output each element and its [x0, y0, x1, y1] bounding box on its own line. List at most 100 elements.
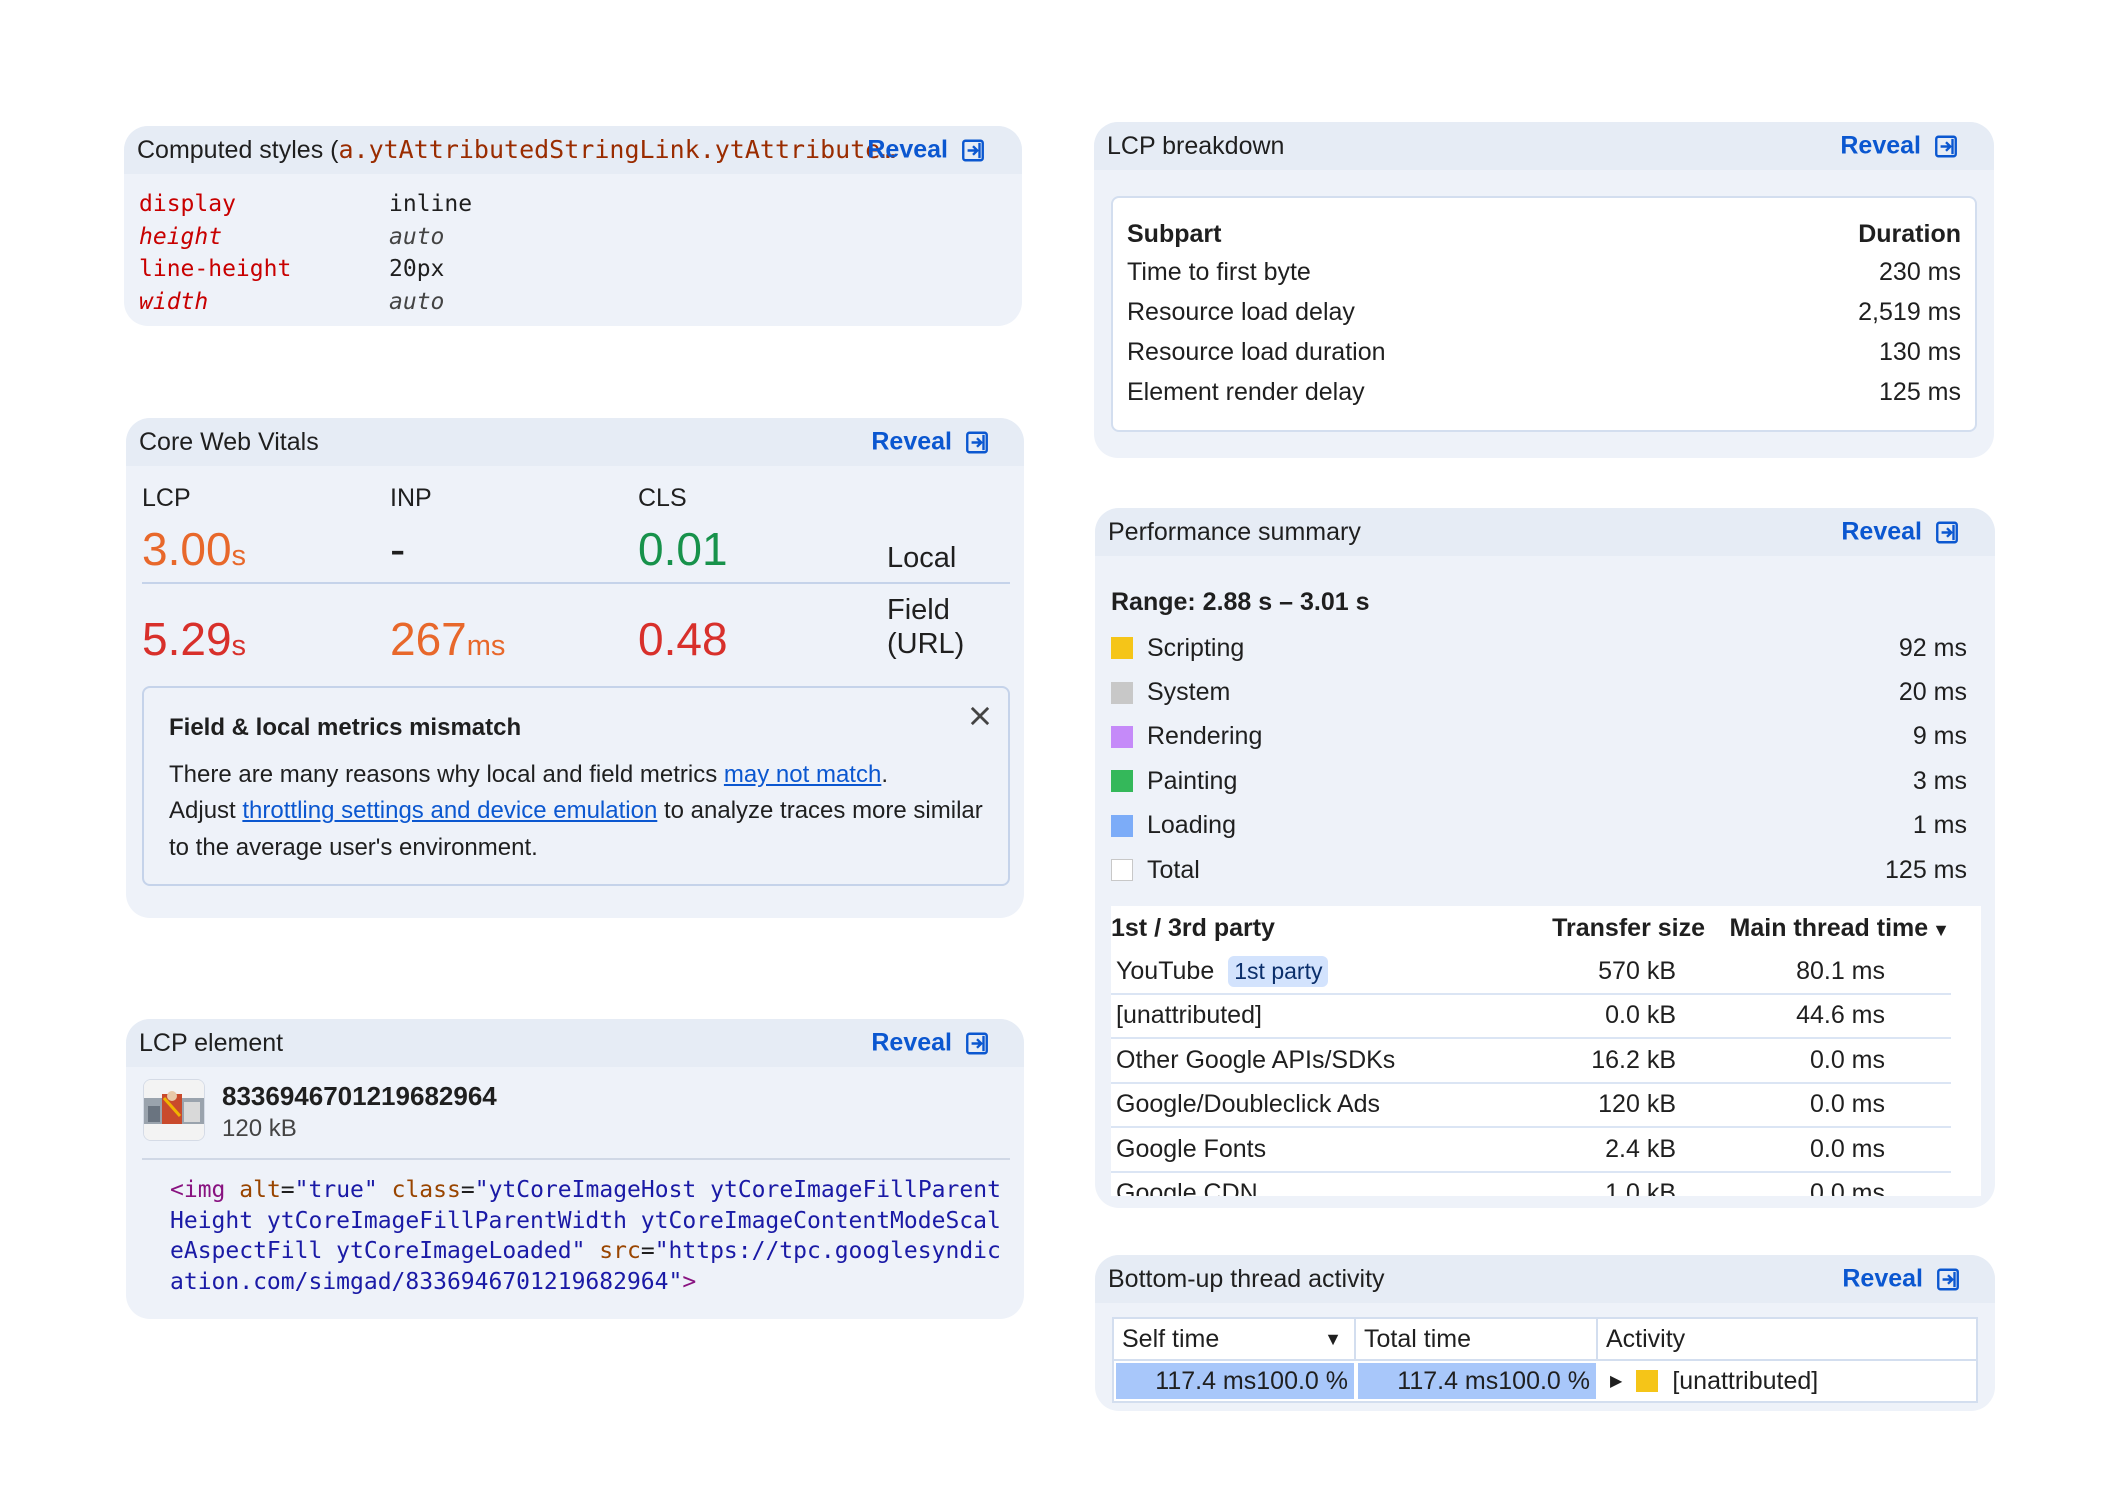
table-row[interactable]: Google Fonts 2.4 kB 0.0 ms: [1111, 1128, 1951, 1173]
mismatch-text: There are many reasons why local and fie…: [169, 760, 983, 861]
subpart-label: Resource load duration: [1127, 338, 1386, 366]
cwv-divider: [142, 582, 1010, 584]
third-party-table[interactable]: 1st / 3rd party Transfer size Main threa…: [1111, 906, 1981, 1196]
category-row: Total 125 ms: [1111, 848, 1967, 892]
style-property: display: [139, 191, 236, 217]
category-row: Painting 3 ms: [1111, 759, 1967, 803]
first-party-badge: 1st party: [1228, 955, 1329, 987]
transfer-size-cell: 1.0 kB: [1605, 1179, 1676, 1196]
reveal-icon: [1937, 1268, 1959, 1290]
transfer-size-cell: 570 kB: [1598, 956, 1676, 985]
style-property: width: [139, 288, 209, 315]
category-color-swatch: [1111, 859, 1133, 882]
lcp-element-header: LCP element Reveal: [126, 1019, 1024, 1067]
entity-name: [unattributed]: [1116, 1001, 1262, 1030]
table-header: Self time ▼ Total time Activity: [1114, 1319, 1976, 1361]
transfer-size-cell: 120 kB: [1598, 1090, 1676, 1119]
cls-header: CLS: [638, 484, 687, 512]
category-color-swatch: [1111, 814, 1133, 837]
style-value: 20px: [389, 256, 445, 282]
reveal-icon: [966, 431, 988, 453]
subpart-label: Time to first byte: [1127, 258, 1311, 286]
entity-name-cell: Google Fonts: [1111, 1135, 1536, 1164]
subpart-duration: 130 ms: [1879, 338, 1961, 366]
transfer-size-cell: 16.2 kB: [1591, 1045, 1676, 1074]
column-header-self-time[interactable]: Self time ▼: [1114, 1319, 1356, 1359]
bottom-up-title: Bottom-up thread activity: [1108, 1264, 1385, 1293]
reveal-button[interactable]: Reveal: [867, 136, 986, 165]
column-header-party[interactable]: 1st / 3rd party: [1111, 914, 1531, 943]
column-header-transfer-size[interactable]: Transfer size: [1531, 914, 1705, 943]
entity-name-cell: [unattributed]: [1111, 1001, 1536, 1030]
throttling-settings-link[interactable]: throttling settings and device emulation: [242, 797, 657, 824]
field-cls-value: 0.48: [638, 613, 728, 665]
category-value: 20 ms: [1898, 678, 1967, 707]
table-row[interactable]: Google/Doubleclick Ads 120 kB 0.0 ms: [1111, 1084, 1951, 1128]
reveal-icon: [1935, 135, 1957, 157]
category-label: Total: [1147, 855, 1200, 884]
category-color-swatch: [1111, 725, 1133, 748]
lcp-element-name: 8336946701219682964: [222, 1081, 497, 1111]
performance-summary-header: Performance summary Reveal: [1095, 508, 1995, 556]
category-label: Rendering: [1147, 722, 1263, 751]
core-web-vitals-header: Core Web Vitals Reveal: [126, 418, 1024, 466]
lcp-element-code[interactable]: <img alt="true" class="ytCoreImageHost y…: [170, 1175, 1010, 1297]
table-row[interactable]: 117.4 ms100.0 % 117.4 ms100.0 % ▶ [unatt…: [1114, 1361, 1976, 1401]
computed-styles-card: Computed styles (a.ytAttributedStringLin…: [124, 126, 1022, 326]
reveal-button[interactable]: Reveal: [1842, 1265, 1961, 1294]
transfer-size-cell: 2.4 kB: [1605, 1134, 1676, 1163]
category-list: Scripting 92 ms System 20 ms Rendering 9 ms Pa…: [1111, 626, 1967, 892]
subpart-duration: 2,519 ms: [1858, 298, 1961, 326]
column-header-activity[interactable]: Activity: [1598, 1319, 1976, 1359]
category-label: Scripting: [1147, 633, 1245, 662]
entity-name: Google Fonts: [1116, 1134, 1267, 1163]
style-value: inline: [389, 191, 473, 217]
reveal-icon: [966, 1032, 988, 1054]
reveal-icon: [962, 139, 984, 161]
category-row: System 20 ms: [1111, 670, 1967, 714]
may-not-match-link[interactable]: may not match: [724, 761, 881, 788]
reveal-button[interactable]: Reveal: [871, 1029, 990, 1058]
computed-style-row: width auto: [139, 286, 472, 319]
table-row[interactable]: [unattributed] 0.0 kB 44.6 ms: [1111, 995, 1951, 1039]
column-header-total-time[interactable]: Total time: [1356, 1319, 1598, 1359]
style-property: height: [139, 223, 223, 250]
metrics-mismatch-notice: Field & local metrics mismatch There are…: [142, 686, 1010, 886]
category-value: 125 ms: [1885, 855, 1967, 884]
computed-style-row: display inline: [139, 188, 472, 221]
computed-styles-title: Computed styles (a.ytAttributedStringLin…: [137, 135, 896, 164]
bottom-up-header: Bottom-up thread activity Reveal: [1095, 1255, 1995, 1303]
field-lcp-value: 5.29s: [142, 613, 247, 665]
reveal-button[interactable]: Reveal: [1840, 132, 1959, 161]
reveal-button[interactable]: Reveal: [1841, 518, 1960, 547]
core-web-vitals-title: Core Web Vitals: [139, 427, 319, 456]
expand-triangle-icon[interactable]: ▶: [1610, 1371, 1622, 1391]
category-row: Scripting 92 ms: [1111, 626, 1967, 670]
activity-color-swatch: [1636, 1370, 1659, 1392]
main-thread-time-cell: 0.0 ms: [1809, 1134, 1885, 1163]
table-row[interactable]: Other Google APIs/SDKs 16.2 kB 0.0 ms: [1111, 1039, 1951, 1084]
sort-descending-icon: ▼: [1932, 919, 1950, 940]
subpart-duration: 125 ms: [1879, 378, 1961, 406]
entity-name: Google/Doubleclick Ads: [1116, 1090, 1381, 1119]
style-value: auto: [389, 288, 445, 315]
activity-label: [unattributed]: [1672, 1366, 1819, 1395]
column-header-main-thread-time[interactable]: Main thread time ▼: [1705, 914, 1950, 943]
local-cls-value: 0.01: [638, 523, 728, 575]
entity-name-cell: Google CDN: [1111, 1179, 1536, 1196]
subpart-label: Element render delay: [1127, 378, 1365, 406]
reveal-button[interactable]: Reveal: [871, 428, 990, 457]
close-icon[interactable]: [966, 702, 994, 730]
total-time-cell: 117.4 ms100.0 %: [1358, 1363, 1596, 1399]
entity-name: Other Google APIs/SDKs: [1116, 1045, 1396, 1074]
category-color-swatch: [1111, 770, 1133, 793]
category-value: 3 ms: [1912, 766, 1967, 795]
core-web-vitals-card: Core Web Vitals Reveal LCP INP CLS 3.00s…: [126, 418, 1024, 918]
category-color-swatch: [1111, 637, 1133, 660]
main-thread-time-cell: 0.0 ms: [1809, 1090, 1885, 1119]
table-header: Subpart Duration: [1127, 220, 1961, 248]
table-row[interactable]: Google CDN 1.0 kB 0.0 ms: [1111, 1173, 1951, 1196]
table-row[interactable]: YouTube 1st party 570 kB 80.1 ms: [1111, 950, 1951, 995]
table-row: Resource load delay 2,519 ms: [1127, 292, 1961, 332]
subpart-label: Resource load delay: [1127, 298, 1355, 326]
